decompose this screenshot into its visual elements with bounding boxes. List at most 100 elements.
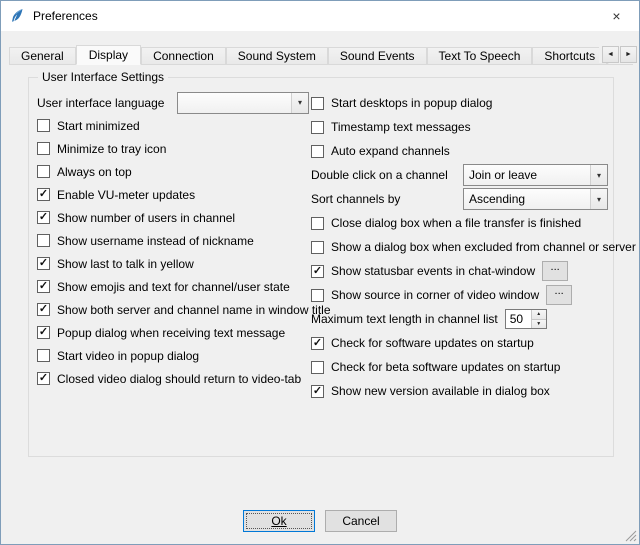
checkbox-label: Show new version available in dialog box [331, 384, 550, 398]
checkbox-box: ✓ [311, 385, 324, 398]
double-click-channel-combo[interactable]: Join or leave ▾ [463, 164, 608, 186]
tab-scroll-right-button[interactable]: ► [620, 46, 637, 63]
language-row: User interface language ▾ [37, 91, 309, 114]
max-text-length-row: Maximum text length in channel list 50 ▲… [311, 307, 608, 331]
checkbox-excluded-dialog[interactable]: Show a dialog box when excluded from cha… [311, 235, 608, 259]
checkbox-video-popup[interactable]: Start video in popup dialog [37, 344, 309, 367]
checkbox-label: Show number of users in channel [57, 211, 235, 225]
checkbox-label: Start minimized [57, 119, 140, 133]
spin-down-button[interactable]: ▼ [532, 320, 546, 329]
tab-general[interactable]: General [9, 47, 76, 64]
checkbox-label: Check for software updates on startup [331, 336, 534, 350]
tab-scroll-control: ◄ ► [599, 46, 637, 63]
tab-label: Sound System [238, 49, 316, 63]
checkbox-box: ✓ [37, 326, 50, 339]
checkbox-box [311, 217, 324, 230]
language-label: User interface language [37, 96, 164, 110]
checkbox-auto-expand-channels[interactable]: Auto expand channels [311, 139, 608, 163]
checkbox-server-channel-title[interactable]: ✓ Show both server and channel name in w… [37, 298, 309, 321]
tab-strip: General Display Connection Sound System … [9, 45, 609, 65]
checkbox-label: Enable VU-meter updates [57, 188, 195, 202]
check-mark: ✓ [39, 327, 48, 338]
checkbox-check-updates[interactable]: ✓ Check for software updates on startup [311, 331, 608, 355]
checkbox-show-username[interactable]: Show username instead of nickname [37, 229, 309, 252]
ellipsis-icon: ... [551, 262, 560, 272]
tab-shortcuts[interactable]: Shortcuts [532, 47, 607, 64]
video-source-row: Show source in corner of video window ..… [311, 283, 608, 307]
app-feather-icon [9, 8, 25, 24]
checkbox-label: Auto expand channels [331, 144, 450, 158]
tab-sound-events[interactable]: Sound Events [328, 47, 427, 64]
tab-label: General [21, 49, 64, 63]
checkbox-label: Show statusbar events in chat-window [331, 264, 535, 278]
tab-sound-system[interactable]: Sound System [226, 47, 328, 64]
checkbox-label: Closed video dialog should return to vid… [57, 372, 301, 386]
ok-button[interactable]: Ok [243, 510, 315, 532]
check-mark: ✓ [39, 212, 48, 223]
checkbox-box: ✓ [37, 303, 50, 316]
checkbox-label: Close dialog box when a file transfer is… [331, 216, 581, 230]
check-mark: ✓ [39, 373, 48, 384]
tab-label: Text To Speech [439, 49, 521, 63]
tab-label: Sound Events [340, 49, 415, 63]
check-mark: ✓ [39, 304, 48, 315]
checkbox-emoji-text-state[interactable]: ✓ Show emojis and text for channel/user … [37, 275, 309, 298]
close-button[interactable]: × [594, 1, 639, 30]
combo-value: Ascending [469, 192, 525, 206]
ellipsis-icon: ... [555, 286, 564, 296]
checkbox-box [311, 241, 324, 254]
checkbox-video-source-corner[interactable] [311, 289, 324, 302]
checkbox-timestamp-messages[interactable]: Timestamp text messages [311, 115, 608, 139]
checkbox-box [37, 142, 50, 155]
checkbox-label: Timestamp text messages [331, 120, 471, 134]
checkbox-label: Popup dialog when receiving text message [57, 326, 285, 340]
check-mark: ✓ [39, 189, 48, 200]
language-combo[interactable]: ▾ [177, 92, 309, 114]
check-mark: ✓ [313, 338, 322, 349]
max-text-length-spin[interactable]: 50 ▲ ▼ [505, 309, 547, 329]
checkbox-video-return-tab[interactable]: ✓ Closed video dialog should return to v… [37, 367, 309, 390]
checkbox-box: ✓ [37, 372, 50, 385]
checkbox-show-user-count[interactable]: ✓ Show number of users in channel [37, 206, 309, 229]
chevron-down-icon: ▾ [590, 189, 607, 209]
checkbox-new-version-dialog[interactable]: ✓ Show new version available in dialog b… [311, 379, 608, 403]
chevron-down-icon: ▾ [590, 165, 607, 185]
checkbox-statusbar-events[interactable]: ✓ [311, 265, 324, 278]
right-column: Start desktops in popup dialog Timestamp… [311, 91, 608, 403]
checkbox-popup-text-message[interactable]: ✓ Popup dialog when receiving text messa… [37, 321, 309, 344]
spin-buttons: ▲ ▼ [531, 310, 546, 328]
checkbox-label: Show last to talk in yellow [57, 257, 194, 271]
tab-text-to-speech[interactable]: Text To Speech [427, 47, 533, 64]
tab-label: Shortcuts [544, 49, 595, 63]
checkbox-vu-meter-updates[interactable]: ✓ Enable VU-meter updates [37, 183, 309, 206]
checkbox-last-talk-yellow[interactable]: ✓ Show last to talk in yellow [37, 252, 309, 275]
checkbox-box [37, 349, 50, 362]
max-text-length-label: Maximum text length in channel list [311, 312, 498, 326]
checkbox-always-on-top[interactable]: Always on top [37, 160, 309, 183]
cancel-button[interactable]: Cancel [325, 510, 397, 532]
checkbox-label: Start desktops in popup dialog [331, 96, 492, 110]
checkbox-label: Minimize to tray icon [57, 142, 166, 156]
checkbox-check-beta-updates[interactable]: Check for beta software updates on start… [311, 355, 608, 379]
title-bar[interactable]: Preferences [1, 1, 639, 31]
cancel-button-label: Cancel [342, 514, 379, 528]
resize-grip[interactable] [625, 530, 637, 542]
tab-connection[interactable]: Connection [141, 47, 226, 64]
checkbox-box [311, 145, 324, 158]
group-title: User Interface Settings [38, 70, 168, 84]
tab-scroll-left-button[interactable]: ◄ [602, 46, 619, 63]
checkbox-start-minimized[interactable]: Start minimized [37, 114, 309, 137]
checkbox-label: Show both server and channel name in win… [57, 303, 331, 317]
checkbox-box [311, 97, 324, 110]
tab-display[interactable]: Display [76, 45, 141, 65]
sort-channels-combo[interactable]: Ascending ▾ [463, 188, 608, 210]
checkbox-minimize-to-tray[interactable]: Minimize to tray icon [37, 137, 309, 160]
preferences-dialog: Preferences × General Display Connection… [0, 0, 640, 545]
checkbox-label: Always on top [57, 165, 132, 179]
checkbox-close-filetransfer-dialog[interactable]: Close dialog box when a file transfer is… [311, 211, 608, 235]
spin-up-button[interactable]: ▲ [532, 310, 546, 320]
statusbar-config-button[interactable]: ... [542, 261, 568, 281]
arrow-up-icon: ▲ [536, 311, 541, 317]
checkbox-desktops-popup[interactable]: Start desktops in popup dialog [311, 91, 608, 115]
video-source-config-button[interactable]: ... [546, 285, 572, 305]
